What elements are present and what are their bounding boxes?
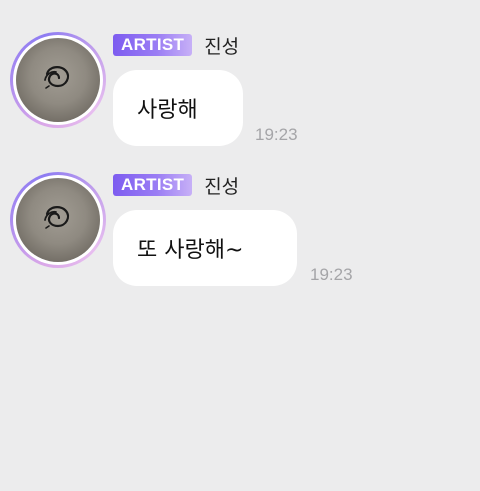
message-timestamp: 19:23 bbox=[310, 265, 353, 284]
avatar[interactable] bbox=[16, 38, 100, 122]
message-text: 또 사랑해~ bbox=[137, 238, 244, 263]
profile-photo-icon bbox=[44, 66, 70, 89]
sender-name[interactable]: 진성 bbox=[204, 32, 239, 59]
avatar-story-ring[interactable] bbox=[10, 172, 106, 268]
artist-badge: ARTIST bbox=[113, 174, 193, 196]
avatar-story-ring[interactable] bbox=[10, 32, 106, 128]
chat-message: ARTIST 진성 또 사랑해~ 19:23 bbox=[0, 170, 480, 310]
sender-name[interactable]: 진성 bbox=[204, 172, 239, 199]
sender-row: ARTIST 진성 bbox=[113, 172, 239, 198]
artist-badge: ARTIST bbox=[113, 34, 193, 56]
message-bubble[interactable]: 사랑해 bbox=[113, 70, 243, 146]
message-text: 사랑해 bbox=[137, 98, 198, 123]
avatar[interactable] bbox=[16, 178, 100, 262]
message-bubble[interactable]: 또 사랑해~ bbox=[113, 210, 297, 286]
profile-photo-icon bbox=[44, 206, 70, 229]
chat-thread: ARTIST 진성 사랑해 19:23 ARTIST 진성 또 사랑해~ 19:… bbox=[0, 0, 480, 491]
chat-message: ARTIST 진성 사랑해 19:23 bbox=[0, 30, 480, 170]
message-timestamp: 19:23 bbox=[255, 125, 298, 144]
sender-row: ARTIST 진성 bbox=[113, 32, 239, 58]
